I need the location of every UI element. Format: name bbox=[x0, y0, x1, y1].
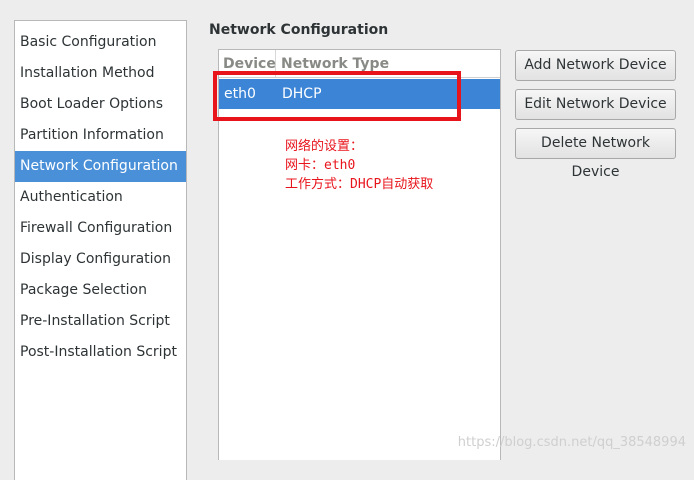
add-network-device-button[interactable]: Add Network Device bbox=[515, 50, 676, 81]
sidebar-item-basic-configuration[interactable]: Basic Configuration bbox=[15, 27, 186, 58]
sidebar-item-partition-information[interactable]: Partition Information bbox=[15, 120, 186, 151]
annotation-line: 工作方式：DHCP自动获取 bbox=[285, 177, 434, 192]
watermark: https://blog.csdn.net/qq_38548994 bbox=[457, 435, 686, 450]
delete-network-device-button[interactable]: Delete Network Device bbox=[515, 128, 676, 180]
sidebar-item-display-configuration[interactable]: Display Configuration bbox=[15, 244, 186, 275]
column-header-network-type[interactable]: Network Type bbox=[276, 56, 389, 72]
sidebar-item-installation-method[interactable]: Installation Method bbox=[15, 58, 186, 89]
sidebar-item-network-configuration[interactable]: Network Configuration bbox=[15, 151, 186, 182]
annotation-highlight-box bbox=[213, 71, 461, 121]
sidebar-item-package-selection[interactable]: Package Selection bbox=[15, 275, 186, 306]
annotation-line: 网卡：eth0 bbox=[285, 158, 356, 173]
sidebar-nav: Basic Configuration Installation Method … bbox=[14, 20, 187, 480]
sidebar-item-firewall-configuration[interactable]: Firewall Configuration bbox=[15, 213, 186, 244]
edit-network-device-button[interactable]: Edit Network Device bbox=[515, 89, 676, 120]
annotation-line: 网络的设置： bbox=[285, 139, 364, 154]
annotation-text: 网络的设置： 网卡：eth0 工作方式：DHCP自动获取 bbox=[285, 137, 433, 194]
sidebar-item-pre-installation-script[interactable]: Pre-Installation Script bbox=[15, 306, 186, 337]
sidebar-item-authentication[interactable]: Authentication bbox=[15, 182, 186, 213]
page-title: Network Configuration bbox=[209, 22, 389, 38]
sidebar-item-boot-loader-options[interactable]: Boot Loader Options bbox=[15, 89, 186, 120]
sidebar-item-post-installation-script[interactable]: Post-Installation Script bbox=[15, 337, 186, 368]
